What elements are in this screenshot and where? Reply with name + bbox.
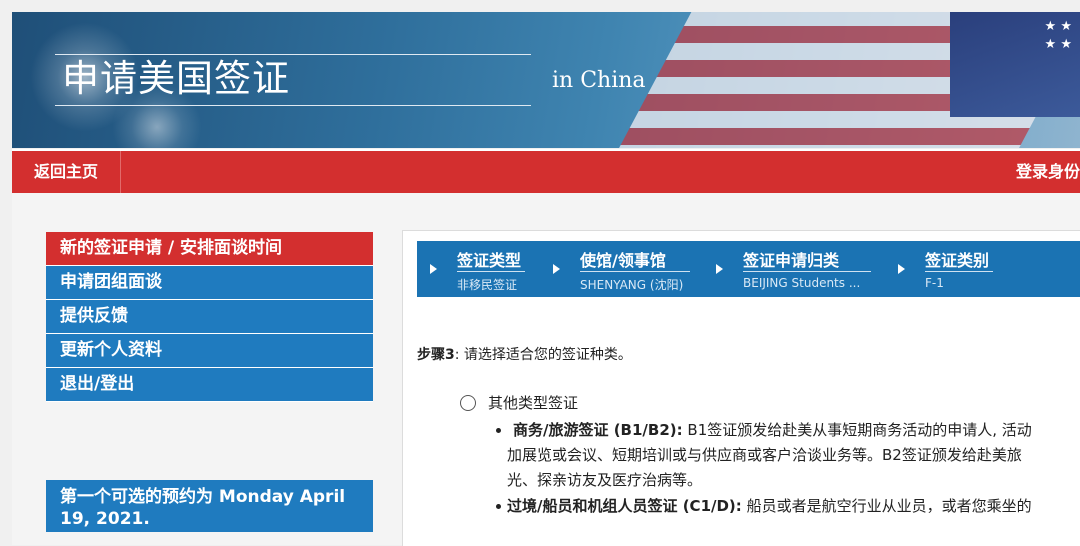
bullet-b1b2-line1: 商务/旅游签证 (B1/B2): B1签证颁发给赴美从事短期商务活动的申请人, … [513, 421, 1032, 439]
login-link[interactable]: 登录身份 [1016, 151, 1080, 193]
chevron-right-icon [898, 264, 905, 274]
bullet-b1b2-line3: 光、探亲访友及医疗治病等。 [507, 471, 703, 489]
step-number: 步骤3 [417, 347, 455, 363]
bullet-c1d-line1: 过境/船员和机组人员签证 (C1/D): 船员或者是航空行业从业员，或者您乘坐的 [507, 497, 1032, 515]
visa-option-radio[interactable] [460, 395, 476, 411]
visa-option-label[interactable]: 其他类型签证 [488, 392, 578, 413]
chevron-right-icon [716, 264, 723, 274]
step-instruction: 步骤3: 请选择适合您的签证种类。 [417, 344, 632, 364]
chevron-right-icon [430, 264, 437, 274]
top-nav-bar: 返回主页 登录身份 [12, 149, 1080, 193]
sidebar-item-update-profile[interactable]: 更新个人资料 [46, 334, 373, 368]
step-description: : 请选择适合您的签证种类。 [454, 347, 632, 363]
home-link[interactable]: 返回主页 [12, 151, 121, 193]
step-label: 签证类型 [457, 251, 522, 270]
sidebar-item-logout[interactable]: 退出/登出 [46, 368, 373, 402]
step-label: 签证申请归类 [743, 251, 840, 270]
step-value: BEIJING Students ... [743, 276, 861, 290]
chevron-right-icon [553, 264, 560, 274]
step-value: SHENYANG (沈阳) [580, 278, 684, 292]
sidebar-item-group-interview[interactable]: 申请团组面谈 [46, 266, 373, 300]
sidebar-item-feedback[interactable]: 提供反馈 [46, 300, 373, 334]
step-value: 非移民签证 [457, 278, 518, 292]
step-label: 使馆/领事馆 [580, 251, 666, 270]
flag-stars-icon [950, 12, 1080, 117]
bullet-icon [496, 428, 501, 433]
progress-steps: 签证类型 非移民签证 使馆/领事馆 SHENYANG (沈阳) 签证申请归类 B… [417, 241, 1080, 297]
title-rule-bottom [55, 105, 531, 106]
main-panel: 签证类型 非移民签证 使馆/领事馆 SHENYANG (沈阳) 签证申请归类 B… [402, 230, 1080, 546]
sidebar-nav: 新的签证申请 / 安排面谈时间 申请团组面谈 提供反馈 更新个人资料 退出/登出 [46, 232, 373, 402]
bullet-icon [496, 504, 501, 509]
page-subtitle: in China [552, 68, 646, 93]
title-rule-top [55, 54, 531, 55]
step-label: 签证类别 [925, 251, 990, 270]
appointment-notice: 第一个可选的预约为 Monday April 19, 2021. [46, 480, 373, 532]
bullet-b1b2-line2: 加展览或会议、短期培训或与供应商或客户洽谈业务等。B2签证颁发给赴美旅 [507, 446, 1022, 464]
sidebar-item-new-application[interactable]: 新的签证申请 / 安排面谈时间 [46, 232, 373, 266]
page-title: 申请美国签证 [62, 57, 290, 100]
step-value: F-1 [925, 276, 944, 290]
